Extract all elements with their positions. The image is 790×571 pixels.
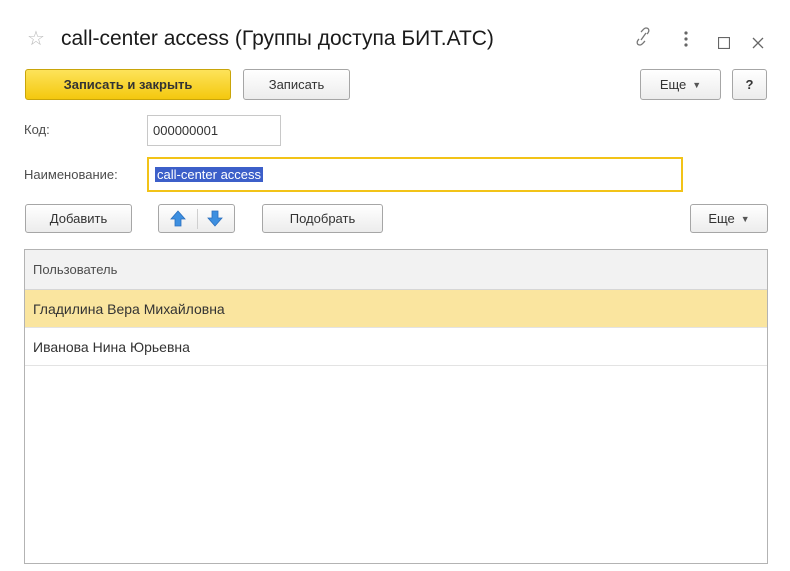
- more-button[interactable]: Еще ▼: [640, 69, 721, 100]
- link-icon[interactable]: [634, 27, 652, 52]
- save-and-close-button[interactable]: Записать и закрыть: [25, 69, 231, 100]
- cell-user: Иванова Нина Юрьевна: [33, 338, 190, 355]
- table-more-label: Еще: [708, 211, 735, 226]
- star-icon[interactable]: ☆: [27, 27, 45, 51]
- save-button[interactable]: Записать: [243, 69, 350, 100]
- code-label: Код:: [24, 122, 50, 137]
- save-and-close-label: Записать и закрыть: [63, 77, 193, 92]
- arrow-up-icon[interactable]: [170, 210, 186, 232]
- code-value: 000000001: [153, 123, 219, 138]
- dropdown-arrow-icon: ▼: [740, 213, 750, 224]
- more-vertical-icon[interactable]: [684, 30, 688, 52]
- move-buttons: [158, 204, 235, 233]
- close-icon[interactable]: [752, 32, 764, 54]
- table-row[interactable]: Иванова Нина Юрьевна: [25, 328, 767, 366]
- more-label: Еще: [659, 77, 687, 92]
- help-label: ?: [745, 77, 754, 92]
- users-table[interactable]: Пользователь Гладилина Вера Михайловна И…: [24, 249, 768, 564]
- window-title: call-center access (Группы доступа БИТ.А…: [61, 27, 494, 50]
- column-header-user[interactable]: Пользователь: [25, 250, 767, 290]
- cell-user: Гладилина Вера Михайловна: [33, 300, 225, 317]
- dropdown-arrow-icon: ▼: [692, 79, 702, 90]
- name-value: call-center access: [155, 167, 264, 182]
- name-field[interactable]: call-center access: [147, 157, 683, 192]
- column-header-label: Пользователь: [33, 262, 118, 277]
- add-label: Добавить: [49, 211, 108, 226]
- form-window: ☆ call-center access (Группы доступа БИТ…: [0, 0, 790, 571]
- table-more-button[interactable]: Еще ▼: [690, 204, 768, 233]
- arrow-down-icon[interactable]: [207, 210, 223, 232]
- pick-label: Подобрать: [289, 211, 356, 226]
- code-field[interactable]: 000000001: [147, 115, 281, 146]
- maximize-icon[interactable]: [717, 32, 731, 54]
- table-row[interactable]: Гладилина Вера Михайловна: [25, 290, 767, 328]
- help-button[interactable]: ?: [732, 69, 767, 100]
- button-divider: [197, 209, 198, 229]
- save-label: Записать: [268, 77, 325, 92]
- add-button[interactable]: Добавить: [25, 204, 132, 233]
- name-label: Наименование:: [24, 167, 118, 182]
- pick-button[interactable]: Подобрать: [262, 204, 383, 233]
